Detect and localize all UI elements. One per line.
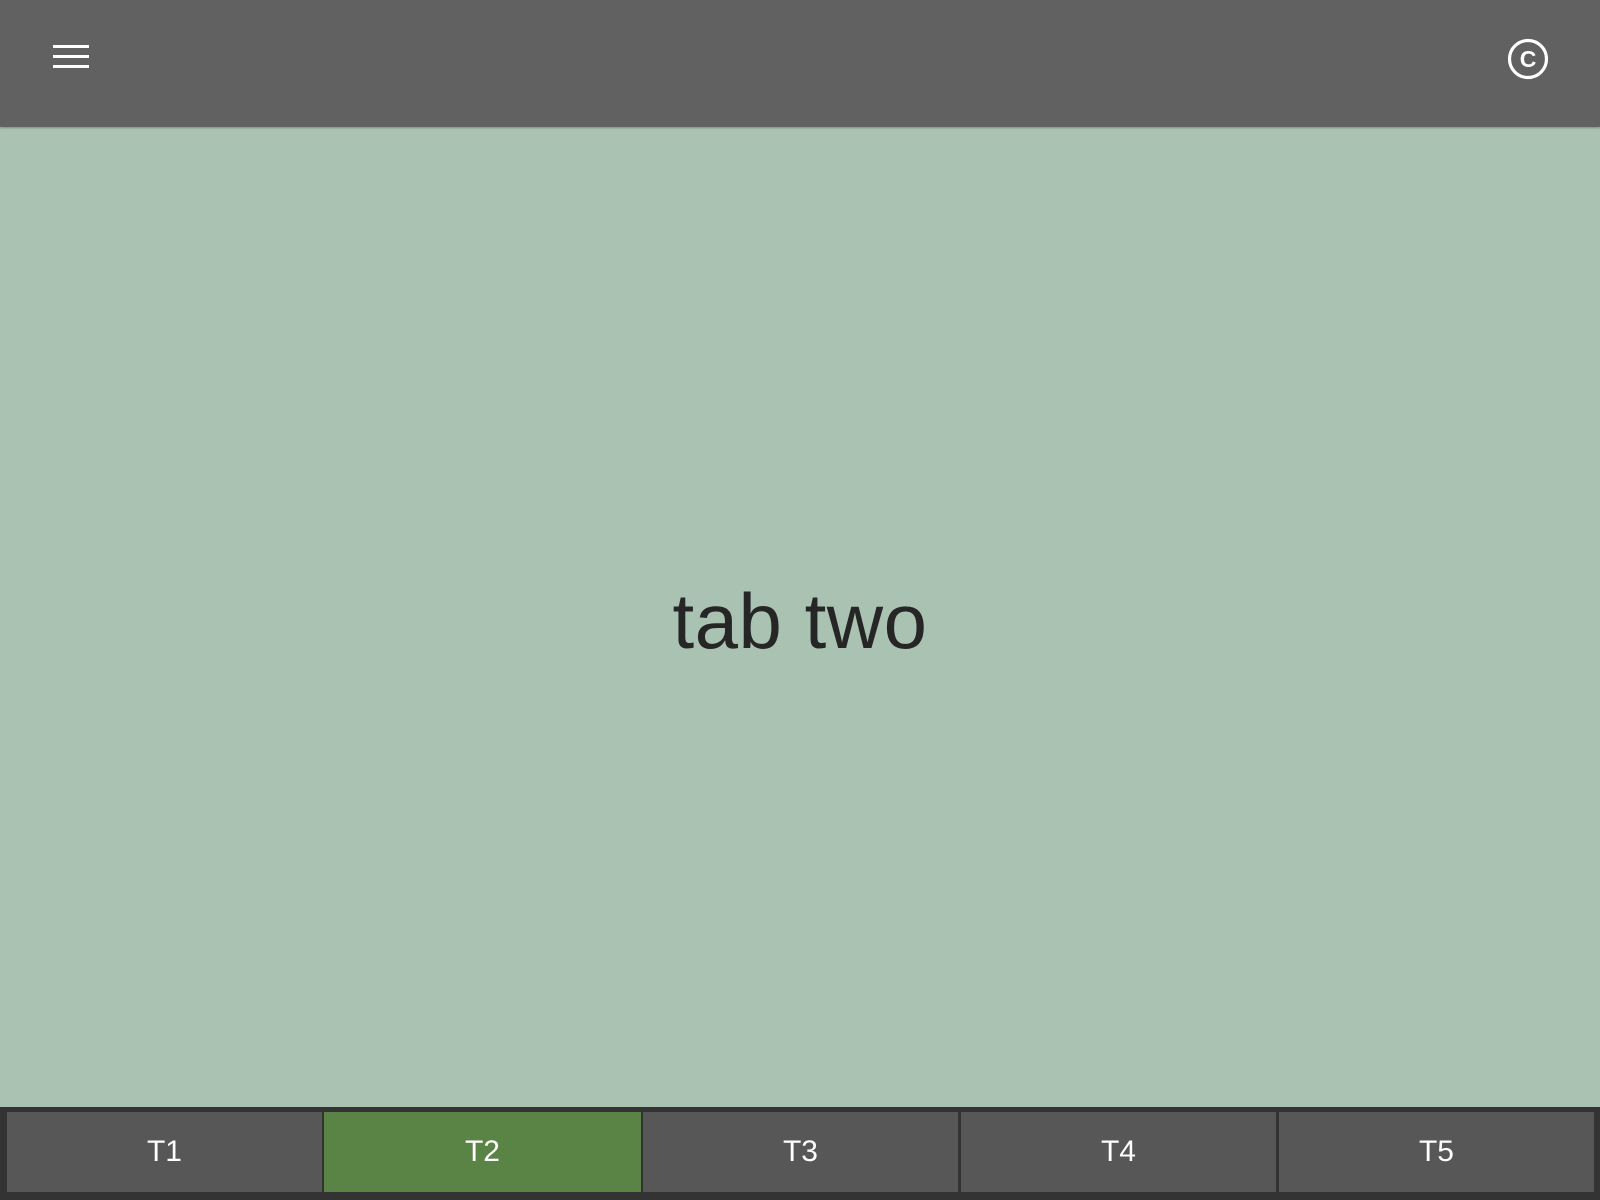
copyright-button[interactable]: C [1502,34,1554,84]
app-screen: C tab two T1 T2 T3 T4 T5 [0,0,1600,1200]
tab-label: T4 [1100,1135,1136,1168]
tab-t4[interactable]: T4 [961,1112,1276,1192]
tab-label: T1 [146,1135,182,1168]
tab-label: T3 [782,1135,818,1168]
tab-content: tab two [0,127,1600,1108]
tab-t5[interactable]: T5 [1279,1112,1594,1192]
hamburger-menu-icon [53,45,89,68]
tab-content-title: tab two [672,577,928,665]
tab-t1[interactable]: T1 [7,1112,322,1192]
top-app-bar: C [0,0,1600,127]
bottom-tab-bar: T1 T2 T3 T4 T5 [0,1107,1600,1200]
tab-label: T2 [464,1135,500,1168]
copyright-icon: C [1507,38,1549,80]
tab-label: T5 [1418,1135,1454,1168]
tab-t3[interactable]: T3 [643,1112,958,1192]
menu-button[interactable] [44,34,100,82]
tab-t2[interactable]: T2 [324,1112,641,1192]
copyright-icon-glyph: C [1520,46,1537,72]
